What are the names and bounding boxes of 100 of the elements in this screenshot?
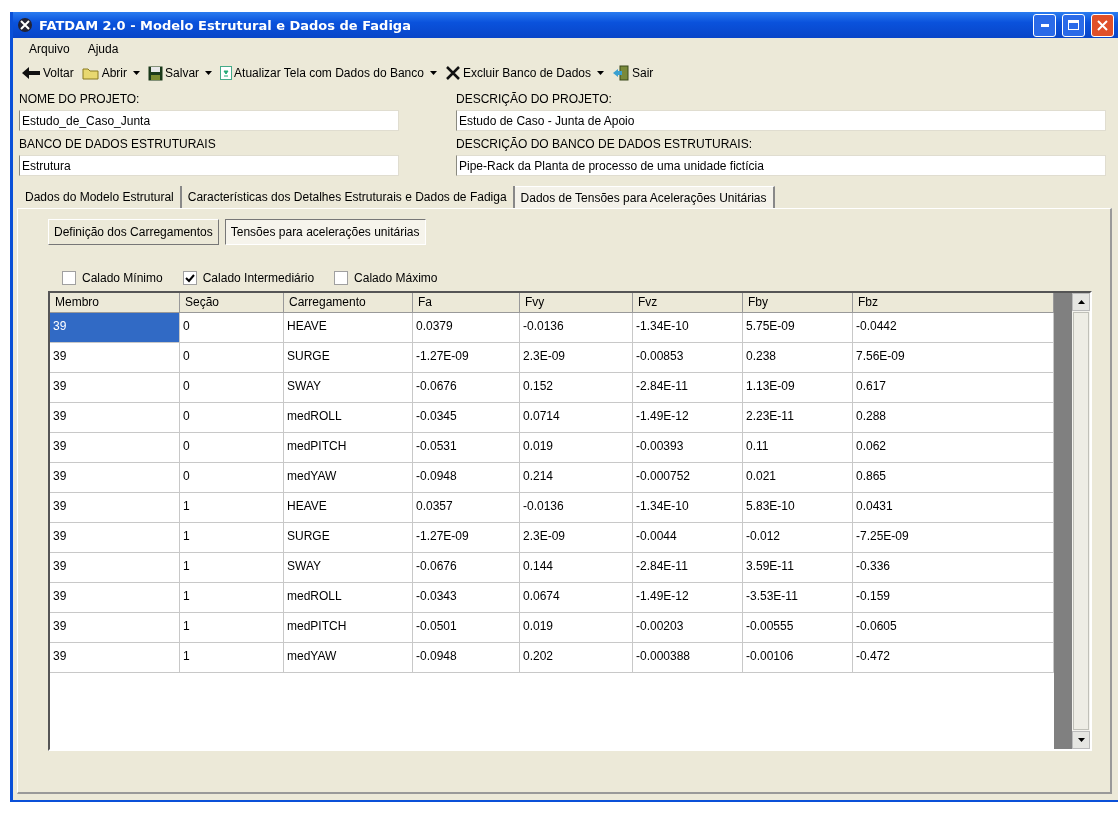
table-cell: 2.3E-09 <box>520 343 633 372</box>
column-header[interactable]: Membro <box>50 293 180 312</box>
table-cell: 1 <box>180 523 284 552</box>
toolbar-button[interactable]: Sair <box>610 63 656 83</box>
column-header[interactable]: Fa <box>413 293 520 312</box>
checkbox[interactable] <box>334 271 349 285</box>
scroll-up-icon[interactable] <box>1077 300 1085 304</box>
table-cell: 0 <box>180 373 284 402</box>
table-cell: 5.83E-10 <box>743 493 853 522</box>
table-cell: -0.0442 <box>853 313 1054 342</box>
table-cell: -0.00393 <box>633 433 743 462</box>
table-cell: -0.0501 <box>413 613 520 642</box>
table-cell: 0.214 <box>520 463 633 492</box>
column-header[interactable]: Carregamento <box>284 293 413 312</box>
column-header[interactable]: Fby <box>743 293 853 312</box>
table-cell: -0.0136 <box>520 493 633 522</box>
tab[interactable]: Definição dos Carregamentos <box>48 219 219 245</box>
minimize-icon <box>1040 23 1049 27</box>
field-label: DESCRIÇÃO DO PROJETO: <box>456 92 613 106</box>
toolbar-button[interactable]: Excluir Banco de Dados <box>442 63 606 83</box>
checkbox[interactable] <box>182 271 197 285</box>
close-button[interactable] <box>1091 13 1114 37</box>
tab[interactable]: Dados de Tensões para Acelerações Unitárias <box>514 186 775 209</box>
table-cell: 39 <box>50 583 180 612</box>
input-field[interactable]: Estrutura <box>19 155 399 176</box>
table-cell: 0.0431 <box>853 493 1054 522</box>
table-cell: medYAW <box>284 643 413 672</box>
menu-item[interactable]: Arquivo <box>21 40 78 58</box>
checkbox-label: Calado Máximo <box>354 271 438 285</box>
toolbar-button[interactable]: Voltar <box>19 64 76 82</box>
table-cell: 0.0714 <box>520 403 633 432</box>
table-cell: 39 <box>50 523 180 552</box>
scroll-down-icon[interactable] <box>1077 738 1085 742</box>
table-cell: -1.34E-10 <box>633 493 743 522</box>
table-cell: 39 <box>50 313 180 342</box>
input-field[interactable]: Pipe-Rack da Planta de processo de uma unidade fictícia <box>456 155 1106 176</box>
tab[interactable]: Tensões para acelerações unitárias <box>224 219 426 245</box>
table-cell: 0.865 <box>853 463 1054 492</box>
toolbar-button[interactable]: Atualizar Tela com Dados do Banco <box>218 64 439 82</box>
cross-icon <box>444 65 461 81</box>
toolbar-button[interactable]: Salvar <box>146 63 215 83</box>
maximize-button[interactable] <box>1062 13 1085 37</box>
table-cell: 0 <box>180 433 284 462</box>
table-cell: -3.53E-11 <box>743 583 853 612</box>
table-cell: 39 <box>50 613 180 642</box>
app-icon <box>17 17 33 33</box>
table-cell: 39 <box>50 343 180 372</box>
table-cell: 0.152 <box>520 373 633 402</box>
table-cell: 0.019 <box>520 613 633 642</box>
table-cell: -1.49E-12 <box>633 403 743 432</box>
table-cell: 3.59E-11 <box>743 553 853 582</box>
column-header[interactable]: Seção <box>180 293 284 312</box>
maximize-icon <box>1068 20 1079 30</box>
table-cell: -0.0531 <box>413 433 520 462</box>
table-cell: 0.11 <box>743 433 853 462</box>
table-cell: 39 <box>50 403 180 432</box>
menu-item[interactable]: Ajuda <box>79 40 127 58</box>
table-cell: 0.021 <box>743 463 853 492</box>
input-field[interactable]: Estudo de Caso - Junta de Apoio <box>456 110 1106 131</box>
door-icon <box>612 65 630 81</box>
minimize-button[interactable] <box>1033 13 1056 37</box>
window-title: FATDAM 2.0 - Modelo Estrutural e Dados de Fadiga <box>39 17 412 33</box>
arrow-left-icon <box>21 66 41 80</box>
table-cell: 0.0674 <box>520 583 633 612</box>
table-cell: 0.0379 <box>413 313 520 342</box>
table-cell: SWAY <box>284 373 413 402</box>
table-cell: -1.34E-10 <box>633 313 743 342</box>
table-cell: -1.27E-09 <box>413 343 520 372</box>
table-cell: -2.84E-11 <box>633 373 743 402</box>
table-cell: -0.336 <box>853 553 1054 582</box>
table-cell: 1 <box>180 613 284 642</box>
table-cell: 0.288 <box>853 403 1054 432</box>
table-cell: 39 <box>50 433 180 462</box>
table-cell: HEAVE <box>284 313 413 342</box>
table-cell: 0 <box>180 403 284 432</box>
document-icon <box>220 66 233 80</box>
scrollbar[interactable] <box>1072 293 1090 749</box>
table-cell: HEAVE <box>284 493 413 522</box>
table-cell: -7.25E-09 <box>853 523 1054 552</box>
input-field[interactable]: Estudo_de_Caso_Junta <box>19 110 399 131</box>
table-cell: -0.000388 <box>633 643 743 672</box>
field-label: NOME DO PROJETO: <box>19 92 141 106</box>
table-cell: SURGE <box>284 343 413 372</box>
table-cell: -0.0676 <box>413 373 520 402</box>
table-cell: 0.617 <box>853 373 1054 402</box>
table-cell: -0.00555 <box>743 613 853 642</box>
checkbox[interactable] <box>62 271 76 285</box>
table-cell: SWAY <box>284 553 413 582</box>
table-cell: medYAW <box>284 463 413 492</box>
table-cell: 1.13E-09 <box>743 373 853 402</box>
toolbar-button[interactable]: Abrir <box>79 64 143 82</box>
table-cell: 0.238 <box>743 343 853 372</box>
column-header[interactable]: Fvz <box>633 293 743 312</box>
table-cell: 39 <box>50 373 180 402</box>
checkbox-label: Calado Intermediário <box>202 271 315 285</box>
table-cell: -0.159 <box>853 583 1054 612</box>
table-cell: medPITCH <box>284 613 413 642</box>
table-cell: -0.00853 <box>633 343 743 372</box>
column-header[interactable]: Fvy <box>520 293 633 312</box>
table-cell: 2.3E-09 <box>520 523 633 552</box>
